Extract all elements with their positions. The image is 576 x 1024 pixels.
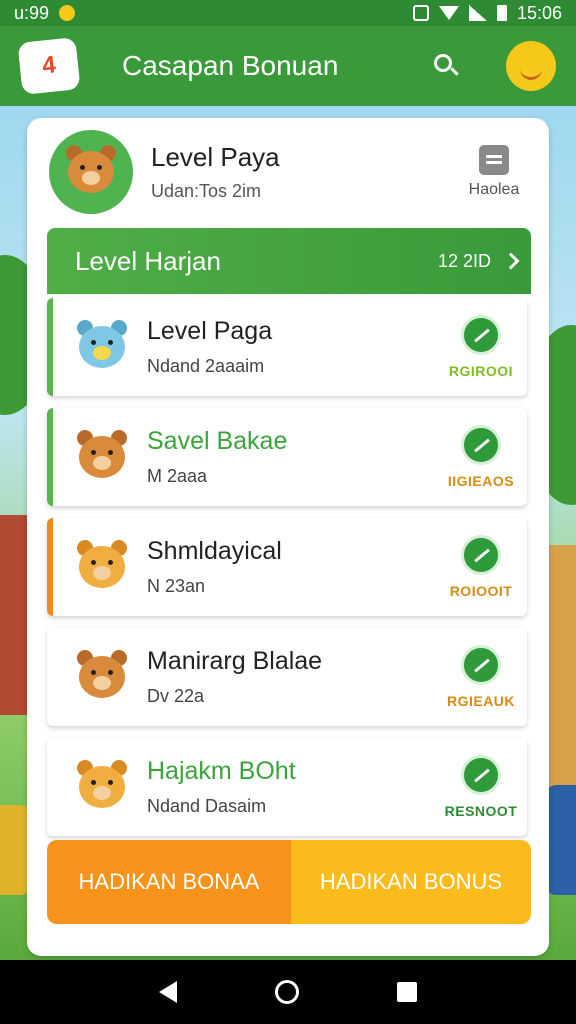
car-left — [0, 805, 30, 895]
item-subtitle: N 23an — [147, 576, 206, 596]
search-icon[interactable] — [432, 52, 460, 80]
item-title: Hajakm BOht — [147, 757, 296, 785]
bear-icon — [71, 426, 133, 488]
level-header-title: Level Harjan — [75, 245, 221, 276]
app-logo[interactable]: 4 — [17, 37, 81, 95]
item-action-label: RGIEAUK — [446, 693, 516, 709]
notification-icon — [59, 5, 76, 21]
back-icon[interactable] — [159, 981, 177, 1003]
badge-icon — [461, 315, 501, 355]
app-title: Casapan Bonuan — [122, 50, 339, 81]
chevron-right-icon — [502, 252, 520, 270]
list-item[interactable]: Level Paga Ndand 2aaaim RGIROOI — [47, 298, 527, 396]
navigation-bar — [0, 960, 576, 1024]
battery-icon — [496, 5, 507, 21]
signal-icon — [468, 5, 487, 21]
item-action-label: ROIOOIT — [449, 583, 513, 599]
item-title: Level Paga — [147, 317, 273, 345]
wifi-icon — [438, 6, 459, 20]
app-bar: 4 Casapan Bonuan — [0, 26, 576, 106]
bear-icon — [71, 646, 133, 708]
item-action-label: IIGIEAOS — [447, 473, 515, 489]
profile-header: Level Paya Udan:Tos 2im Haolea — [49, 130, 529, 214]
list-item[interactable]: Savel Bakae M 2aaa IIGIEAOS — [47, 408, 527, 506]
list-item[interactable]: Shmldayical N 23an ROIOOIT — [47, 518, 527, 616]
mascot-avatar-icon[interactable] — [506, 41, 556, 91]
item-title: Shmldayical — [147, 537, 282, 565]
item-action-label: RESNOOT — [444, 803, 518, 819]
item-title: Savel Bakae — [147, 427, 288, 455]
list-item[interactable]: Manirarg Blalae Dv 22a RGIEAUK — [47, 628, 527, 726]
bear-icon — [71, 756, 133, 818]
status-time: 15:06 — [516, 2, 562, 23]
item-subtitle: M 2aaa — [147, 466, 208, 486]
recent-apps-icon[interactable] — [397, 982, 417, 1002]
avatar[interactable] — [49, 130, 133, 214]
logo-glyph: 4 — [40, 51, 57, 80]
level-header[interactable]: Level Harjan 12 2ID — [47, 228, 531, 294]
document-icon — [479, 145, 509, 175]
item-action-button[interactable]: ROIOOIT — [435, 535, 527, 599]
bonus-button-left[interactable]: HADIKAN BONAA — [47, 840, 291, 924]
item-action-button[interactable]: IIGIEAOS — [435, 425, 527, 489]
item-action-label: RGIROOI — [448, 363, 514, 379]
status-left-text: u:99 — [14, 2, 50, 23]
status-bar: u:99 15:06 — [0, 0, 576, 26]
home-icon[interactable] — [275, 980, 299, 1004]
badge-icon — [461, 755, 501, 795]
item-subtitle: Dv 22a — [147, 686, 205, 706]
badge-icon — [461, 535, 501, 575]
item-subtitle: Ndand 2aaaim — [147, 356, 265, 376]
profile-subtitle: Udan:Tos 2im — [151, 181, 262, 201]
badge-icon — [461, 645, 501, 685]
bonus-button-right[interactable]: HADIKAN BONUS — [291, 840, 531, 924]
item-subtitle: Ndand Dasaim — [147, 796, 267, 816]
profile-side-label: Haolea — [468, 181, 520, 198]
bear-icon — [71, 536, 133, 598]
nfc-icon — [412, 5, 429, 21]
level-header-count: 12 2ID — [437, 250, 491, 271]
item-action-button[interactable]: RGIEAUK — [435, 645, 527, 709]
bonus-card: Level Paya Udan:Tos 2im Haolea Level Har… — [27, 118, 549, 956]
item-title: Manirarg Blalae — [147, 647, 323, 675]
profile-side-action[interactable]: Haolea — [459, 145, 529, 199]
item-action-button[interactable]: RGIROOI — [435, 315, 527, 379]
bear-icon — [71, 316, 133, 378]
car-right — [546, 785, 576, 895]
bear-icon — [60, 141, 122, 203]
badge-icon — [461, 425, 501, 465]
profile-name: Level Paya — [151, 142, 280, 172]
list-item[interactable]: Hajakm BOht Ndand Dasaim RESNOOT — [47, 738, 527, 836]
item-action-button[interactable]: RESNOOT — [435, 755, 527, 819]
